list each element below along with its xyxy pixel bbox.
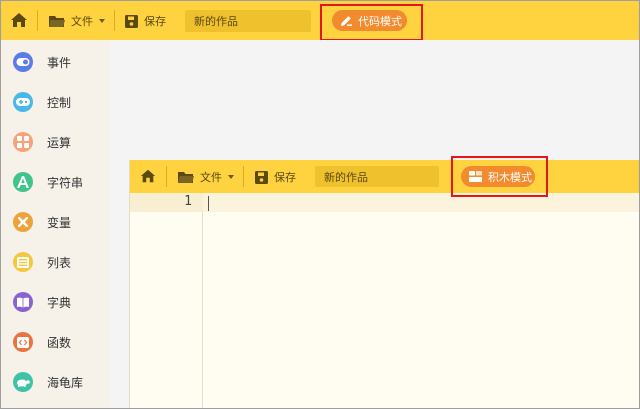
inner-project-name-input[interactable]	[315, 166, 439, 187]
category-sidebar: 事件 控制 运算 字符串 变量 列表 字典 函数 海龟库	[1, 40, 109, 408]
project-name-input[interactable]	[185, 10, 311, 32]
save-label: 保存	[144, 15, 166, 28]
toolbar-divider	[114, 10, 115, 31]
sidebar-item-dictionaries[interactable]: 字典	[1, 282, 109, 322]
inner-file-menu[interactable]: 文件	[178, 168, 234, 186]
file-menu[interactable]: 文件	[49, 12, 105, 30]
sidebar-item-strings[interactable]: 字符串	[1, 162, 109, 202]
sidebar-item-label: 海龟库	[47, 375, 84, 390]
sidebar-item-label: 控制	[47, 95, 72, 110]
sidebar-item-label: 字符串	[47, 175, 84, 190]
file-menu-label: 文件	[200, 171, 222, 184]
chevron-down-icon	[99, 19, 105, 23]
sidebar-item-turtle[interactable]: 海龟库	[1, 362, 109, 402]
app-window: 文件 保存 代码模式 事件	[0, 0, 640, 409]
line-number: 1	[184, 194, 192, 209]
inner-toolbar: 文件 保存 积木模式	[130, 160, 639, 193]
highlight-box	[451, 156, 548, 197]
active-line-highlight	[130, 193, 639, 212]
turtle-icon	[13, 372, 33, 392]
code-mode-screenshot: 文件 保存 积木模式	[129, 160, 639, 408]
sidebar-item-operators[interactable]: 运算	[1, 122, 109, 162]
x-variable-icon	[13, 212, 33, 232]
toolbar-divider	[243, 166, 244, 187]
save-button[interactable]: 保存	[125, 12, 166, 30]
book-icon	[13, 292, 33, 312]
home-icon[interactable]	[140, 168, 156, 184]
line-number-gutter	[130, 193, 203, 408]
code-icon	[13, 332, 33, 352]
text-cursor[interactable]	[208, 196, 209, 211]
sidebar-item-lists[interactable]: 列表	[1, 242, 109, 282]
toolbar-divider	[37, 10, 38, 31]
folder-icon	[49, 15, 65, 27]
calculator-icon	[13, 132, 33, 152]
gamepad-icon	[13, 92, 33, 112]
sidebar-item-label: 运算	[47, 135, 72, 150]
inner-save-button[interactable]: 保存	[255, 168, 296, 186]
highlight-box	[320, 4, 423, 41]
sidebar-item-label: 事件	[47, 55, 72, 70]
toggle-icon	[13, 52, 33, 72]
toolbar-divider	[166, 166, 167, 187]
chevron-down-icon	[228, 175, 234, 179]
workspace-area	[109, 40, 639, 160]
sidebar-item-variables[interactable]: 变量	[1, 202, 109, 242]
floppy-disk-icon	[255, 170, 268, 184]
floppy-disk-icon	[125, 14, 138, 28]
home-icon[interactable]	[10, 11, 28, 29]
file-menu-label: 文件	[71, 15, 93, 28]
sidebar-item-label: 列表	[47, 255, 72, 270]
list-icon	[13, 252, 33, 272]
sidebar-item-label: 函数	[47, 335, 72, 350]
save-label: 保存	[274, 171, 296, 184]
sidebar-item-functions[interactable]: 函数	[1, 322, 109, 362]
folder-icon	[178, 171, 194, 183]
letter-a-icon	[13, 172, 33, 192]
sidebar-item-label: 变量	[47, 215, 72, 230]
sidebar-item-label: 字典	[47, 295, 72, 310]
sidebar-item-control[interactable]: 控制	[1, 82, 109, 122]
sidebar-item-events[interactable]: 事件	[1, 42, 109, 82]
